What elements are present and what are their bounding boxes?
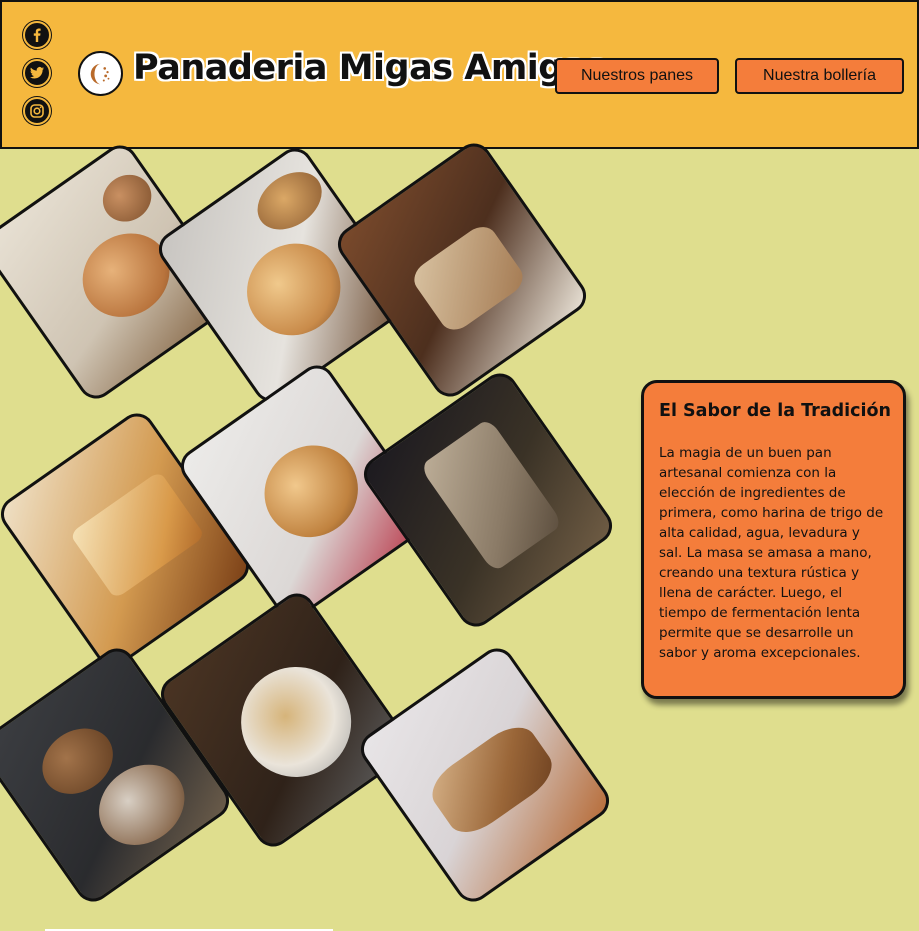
- twitter-icon[interactable]: [23, 59, 51, 87]
- card-text: La magia de un buen pan artesanal comien…: [659, 445, 884, 661]
- site-title: Panaderia Migas Amigas: [133, 48, 607, 88]
- gallery-image-6[interactable]: [356, 366, 620, 634]
- bread-logo-icon[interactable]: [78, 51, 123, 96]
- gallery-image-3[interactable]: [330, 136, 594, 404]
- site-header: Panaderia Migas Amigas Nuestros panes Nu…: [0, 0, 919, 149]
- card-title: El Sabor de la Tradición: [659, 401, 891, 421]
- info-card: El Sabor de la Tradición La magia de un …: [641, 380, 906, 699]
- instagram-icon[interactable]: [23, 97, 51, 125]
- nav-button-nuestra-bolleria[interactable]: Nuestra bollería: [735, 58, 904, 94]
- social-links: [23, 21, 51, 125]
- facebook-icon[interactable]: [23, 21, 51, 49]
- nav-button-nuestros-panes[interactable]: Nuestros panes: [555, 58, 719, 94]
- gallery-image-9[interactable]: [353, 641, 617, 909]
